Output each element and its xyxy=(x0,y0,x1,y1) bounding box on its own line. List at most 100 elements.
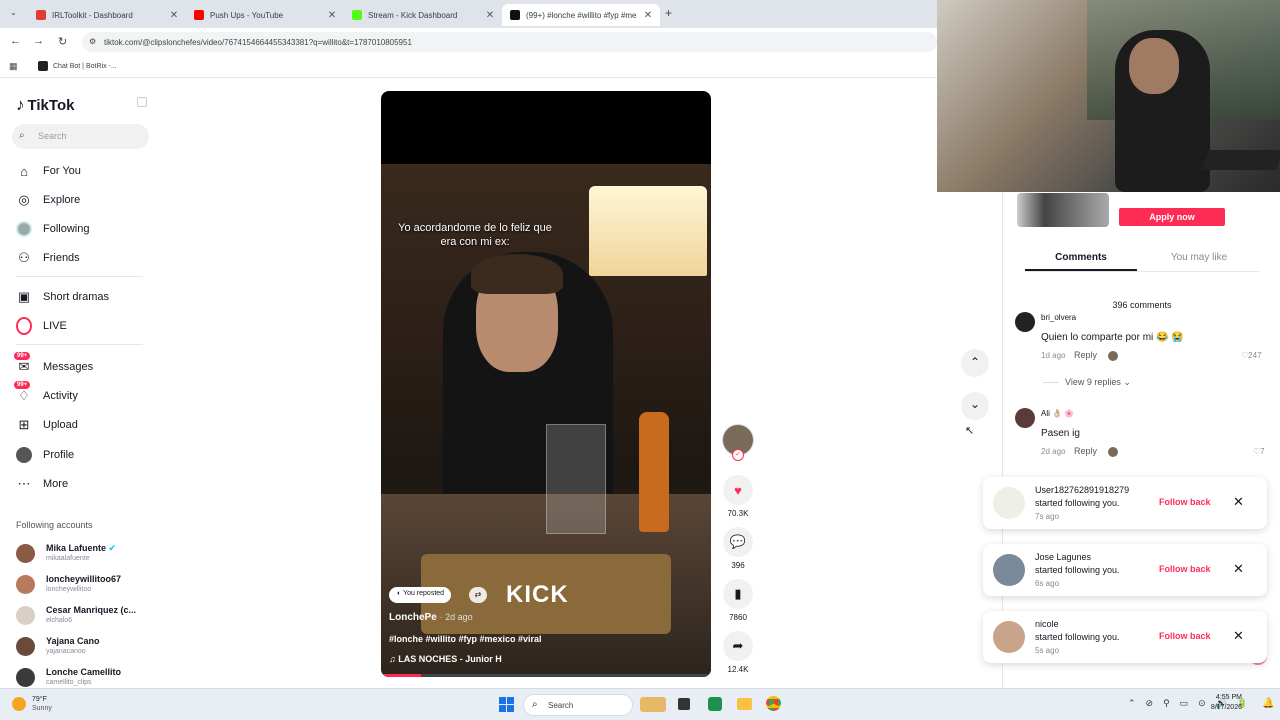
avatar xyxy=(16,605,35,625)
notification-user[interactable]: User182762891918279 xyxy=(1035,485,1129,495)
comment-avatar[interactable] xyxy=(1015,312,1035,332)
activity-icon: ♢ 99+ xyxy=(14,381,32,404)
browser-tab-active[interactable]: (99+) #lonche #willito #fyp #me ✕ xyxy=(502,4,660,26)
like-button[interactable]: ♥ 70.3K xyxy=(722,475,754,518)
file-explorer-icon[interactable] xyxy=(737,698,752,710)
account-item[interactable]: Cesar Manriquez (c... elchalo6 xyxy=(16,601,136,629)
nav-following[interactable]: Following xyxy=(16,217,89,241)
video-hashtags[interactable]: #lonche #willito #fyp #mexico #viral xyxy=(389,634,542,644)
nav-more[interactable]: ⋯ More xyxy=(16,472,69,496)
taskbar-app-icon[interactable] xyxy=(640,697,666,712)
apps-grid-icon[interactable]: ▦ xyxy=(9,61,18,72)
video-player[interactable]: Yo acordandome de lo feliz que era con m… xyxy=(381,91,711,677)
youtube-favicon-icon xyxy=(194,10,204,20)
address-bar[interactable]: ⚙ tiktok.com/@clipslonchefes/video/76741… xyxy=(82,32,937,52)
nav-label: Following xyxy=(43,223,90,235)
video-author[interactable]: LonchePe xyxy=(389,612,437,623)
kick-favicon-icon xyxy=(352,10,362,20)
taskbar-search[interactable]: ⌕ Search xyxy=(523,694,633,716)
more-icon: ⋯ xyxy=(17,476,31,491)
comment-like[interactable]: ♡247 xyxy=(1241,351,1262,360)
video-music[interactable]: ♫ LAS NOCHES - Junior H xyxy=(389,654,502,664)
heart-icon: ♥ xyxy=(723,475,753,505)
previous-video-button[interactable]: ⌃ xyxy=(961,349,989,377)
close-icon[interactable]: ✕ xyxy=(326,10,338,21)
comment-like[interactable]: ♡7 xyxy=(1253,447,1265,456)
notification-user[interactable]: nicole xyxy=(1035,619,1059,629)
reposted-badge: ◐ You reposted xyxy=(389,587,452,603)
site-info-icon[interactable]: ⚙ xyxy=(89,37,96,46)
following-icon xyxy=(16,221,32,237)
nav-for-you[interactable]: ⌂ For You xyxy=(16,159,81,183)
account-item[interactable]: Mika Lafuente ✔ mikaalafuente xyxy=(16,539,116,567)
next-video-button[interactable]: ⌄ xyxy=(961,392,989,420)
search-input[interactable]: ⌕ Search xyxy=(12,124,149,149)
video-progress-fill xyxy=(381,674,421,677)
weather-widget[interactable]: 79°F Sunny xyxy=(12,695,52,713)
comment-username[interactable]: Ali 👌🏼 🌸 xyxy=(1041,409,1074,418)
account-name: loncheywillitoo67 xyxy=(46,574,122,584)
comment-avatar[interactable] xyxy=(1015,408,1035,428)
video-progress-bar[interactable] xyxy=(381,674,711,677)
apply-now-button[interactable]: Apply now xyxy=(1119,208,1225,226)
browser-tab[interactable]: Push Ups - YouTube ✕ xyxy=(186,4,344,26)
browser-tab[interactable]: Stream - Kick Dashboard ✕ xyxy=(344,4,502,26)
notification-center-icon[interactable]: 🔔 xyxy=(1262,698,1274,709)
share-button[interactable]: ➦ 12.4K xyxy=(722,631,754,674)
save-button[interactable]: ▮ 7860 xyxy=(722,579,754,622)
bookmark-item[interactable]: Chat Bot | BotRix -... xyxy=(38,61,117,71)
reply-button[interactable]: Reply xyxy=(1074,446,1097,456)
new-tab-icon[interactable]: + xyxy=(665,6,672,20)
tab-title: IRLToolkit - Dashboard xyxy=(52,10,133,20)
back-icon[interactable]: ← xyxy=(10,35,21,47)
nav-short-dramas[interactable]: ▣ Short dramas xyxy=(16,285,109,309)
account-item[interactable]: loncheywillitoo67 loncheywillitoo xyxy=(16,570,121,598)
follow-back-button[interactable]: Follow back xyxy=(1159,564,1211,574)
nav-live[interactable]: LIVE xyxy=(16,314,67,338)
windows-logo-icon xyxy=(507,697,514,704)
bookmark-label: Chat Bot | BotRix -... xyxy=(53,62,117,70)
comment-button[interactable]: 💬 396 xyxy=(722,527,754,570)
close-icon[interactable]: ✕ xyxy=(642,10,654,21)
share-count: 12.4K xyxy=(727,665,749,674)
chrome-icon[interactable] xyxy=(766,696,781,711)
creator-avatar-button[interactable]: ✓ xyxy=(722,424,754,461)
repost-toggle-icon[interactable]: ⇄ xyxy=(469,587,487,603)
close-icon[interactable]: ✕ xyxy=(1233,628,1244,644)
windows-taskbar: 79°F Sunny ⌕ Search ⌃⊘⚲▭⊙🔊🔋 4:55 PM 8/17… xyxy=(0,688,1280,720)
view-replies-button[interactable]: View 9 replies ⌄ xyxy=(1065,377,1131,388)
follow-back-button[interactable]: Follow back xyxy=(1159,631,1211,641)
account-item[interactable]: Lonche Camellito camellito_clips xyxy=(16,663,121,691)
account-item[interactable]: Yajana Cano yajanacanoo xyxy=(16,632,100,660)
nav-label: For You xyxy=(43,165,81,177)
browser-tab[interactable]: IRLToolkit - Dashboard ✕ xyxy=(28,4,186,26)
follow-back-button[interactable]: Follow back xyxy=(1159,497,1211,507)
task-view-icon[interactable] xyxy=(678,698,690,710)
tab-list-dropdown-icon[interactable]: ⌄ xyxy=(10,8,17,17)
clock[interactable]: 4:55 PM 8/17/2026 xyxy=(1206,693,1242,713)
close-icon[interactable]: ✕ xyxy=(168,10,180,21)
reload-icon[interactable]: ↻ xyxy=(58,35,67,48)
reply-button[interactable]: Reply xyxy=(1074,350,1097,360)
tab-you-may-like[interactable]: You may like xyxy=(1143,252,1255,263)
forward-icon[interactable]: → xyxy=(33,35,44,47)
tiktok-logo[interactable]: ♪ TikTok xyxy=(16,95,74,115)
nav-upload[interactable]: ⊞ Upload xyxy=(16,413,78,437)
notification-user[interactable]: Jose Lagunes xyxy=(1035,552,1091,562)
close-icon[interactable]: ✕ xyxy=(1233,494,1244,510)
tab-comments[interactable]: Comments xyxy=(1025,252,1137,263)
replies-line xyxy=(1043,382,1059,383)
comment-username[interactable]: bri_olvera xyxy=(1041,313,1076,322)
close-icon[interactable]: ✕ xyxy=(1233,561,1244,577)
start-button[interactable] xyxy=(499,697,514,712)
nav-activity[interactable]: ♢ 99+ Activity xyxy=(14,381,78,408)
nav-profile[interactable]: Profile xyxy=(16,443,74,467)
xbox-app-icon[interactable] xyxy=(708,697,722,711)
view-replies-label: View 9 replies xyxy=(1065,377,1121,387)
nav-friends[interactable]: ⚇ Friends xyxy=(16,246,80,270)
close-icon[interactable]: ✕ xyxy=(484,10,496,21)
nav-messages[interactable]: ✉ 99+ Messages xyxy=(14,352,93,379)
collapse-sidebar-icon[interactable] xyxy=(137,97,147,107)
music-title: LAS NOCHES - Junior H xyxy=(398,654,502,664)
nav-explore[interactable]: ◎ Explore xyxy=(16,188,80,212)
